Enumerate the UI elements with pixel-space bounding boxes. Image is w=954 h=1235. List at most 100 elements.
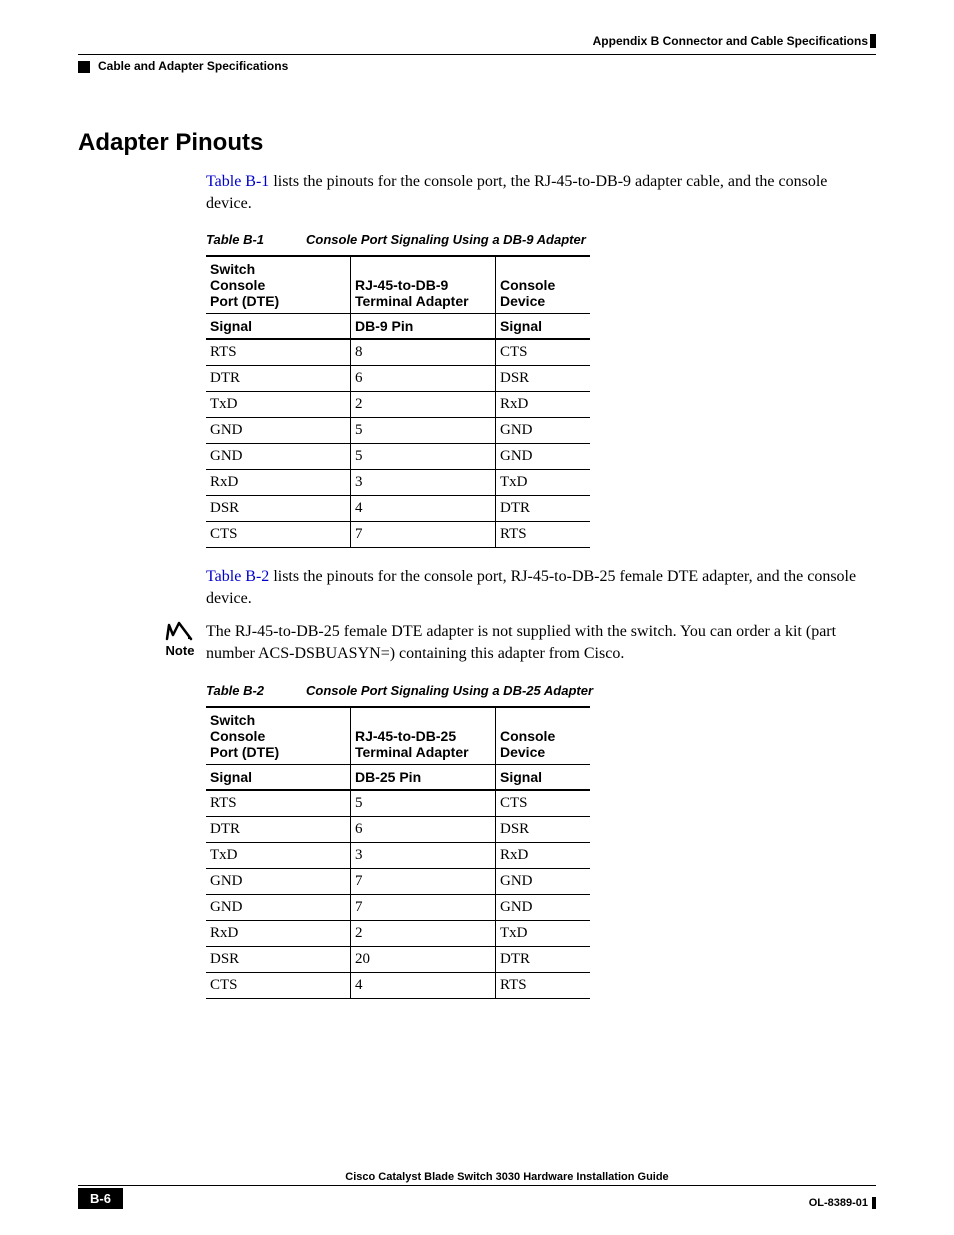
- table-row: TxD3RxD: [206, 842, 590, 868]
- table-row: GND5GND: [206, 418, 590, 444]
- cell-signal-left: RTS: [206, 790, 351, 817]
- header-section-row: Cable and Adapter Specifications: [78, 59, 876, 73]
- note-block: Note The RJ-45-to-DB-25 female DTE adapt…: [78, 621, 876, 664]
- header-marker-icon: [78, 61, 90, 73]
- table2-sub1: Signal: [206, 764, 351, 790]
- cell-signal-right: TxD: [496, 470, 591, 496]
- footer: Cisco Catalyst Blade Switch 3030 Hardwar…: [78, 1171, 876, 1209]
- cell-signal-right: RxD: [496, 392, 591, 418]
- table-row: RTS5CTS: [206, 790, 590, 817]
- cell-pin: 4: [351, 496, 496, 522]
- cell-signal-left: RTS: [206, 339, 351, 366]
- table1-caption-num: Table B-1: [206, 232, 306, 247]
- cell-signal-right: GND: [496, 868, 591, 894]
- cell-signal-right: RTS: [496, 522, 591, 548]
- table2-sub2: DB-25 Pin: [351, 764, 496, 790]
- cell-pin: 5: [351, 444, 496, 470]
- table-row: RxD3TxD: [206, 470, 590, 496]
- note-icon: Note: [154, 621, 206, 658]
- table-row: GND7GND: [206, 868, 590, 894]
- header-divider: [78, 54, 876, 55]
- page-title: Adapter Pinouts: [78, 129, 876, 157]
- table2-h1: Switch Console Port (DTE): [206, 707, 351, 765]
- cell-signal-right: DSR: [496, 816, 591, 842]
- table1-h3: Console Device: [496, 256, 591, 314]
- table-row: TxD2RxD: [206, 392, 590, 418]
- table-row: DSR4DTR: [206, 496, 590, 522]
- cell-pin: 6: [351, 816, 496, 842]
- table2-caption-num: Table B-2: [206, 683, 306, 698]
- table2-sub3: Signal: [496, 764, 591, 790]
- intro-paragraph-1: Table B-1 lists the pinouts for the cons…: [206, 171, 876, 214]
- table1-caption-title: Console Port Signaling Using a DB-9 Adap…: [306, 232, 586, 247]
- cell-signal-left: TxD: [206, 842, 351, 868]
- table-row: DTR6DSR: [206, 816, 590, 842]
- cell-signal-right: DTR: [496, 946, 591, 972]
- footer-book-title: Cisco Catalyst Blade Switch 3030 Hardwar…: [345, 1171, 668, 1183]
- cell-signal-left: DSR: [206, 946, 351, 972]
- intro2-rest: lists the pinouts for the console port, …: [206, 568, 856, 607]
- cell-pin: 7: [351, 522, 496, 548]
- table1-h2: RJ-45-to-DB-9 Terminal Adapter: [351, 256, 496, 314]
- cell-signal-right: DTR: [496, 496, 591, 522]
- table2-caption-title: Console Port Signaling Using a DB-25 Ada…: [306, 683, 593, 698]
- intro1-rest: lists the pinouts for the console port, …: [206, 173, 827, 212]
- cell-signal-right: CTS: [496, 790, 591, 817]
- cell-signal-right: GND: [496, 894, 591, 920]
- header-section: Cable and Adapter Specifications: [98, 59, 288, 73]
- cell-signal-left: GND: [206, 894, 351, 920]
- table1-h1: Switch Console Port (DTE): [206, 256, 351, 314]
- cell-signal-left: GND: [206, 418, 351, 444]
- cell-signal-right: DSR: [496, 366, 591, 392]
- table-row: DTR6DSR: [206, 366, 590, 392]
- cell-pin: 5: [351, 790, 496, 817]
- cell-signal-left: CTS: [206, 522, 351, 548]
- table-row: RxD2TxD: [206, 920, 590, 946]
- cell-signal-left: CTS: [206, 972, 351, 998]
- table-row: DSR20DTR: [206, 946, 590, 972]
- cell-signal-right: RxD: [496, 842, 591, 868]
- table1-sub3: Signal: [496, 314, 591, 340]
- cell-signal-left: RxD: [206, 920, 351, 946]
- table2-h3: Console Device: [496, 707, 591, 765]
- cell-pin: 3: [351, 470, 496, 496]
- table-row: CTS4RTS: [206, 972, 590, 998]
- cell-pin: 6: [351, 366, 496, 392]
- table2-h2: RJ-45-to-DB-25 Terminal Adapter: [351, 707, 496, 765]
- cell-pin: 3: [351, 842, 496, 868]
- cell-signal-left: GND: [206, 444, 351, 470]
- table1-caption: Table B-1Console Port Signaling Using a …: [206, 232, 876, 247]
- table-b1-link[interactable]: Table B-1: [206, 173, 269, 190]
- footer-doc-id: OL-8389-01: [809, 1197, 876, 1209]
- cell-pin: 5: [351, 418, 496, 444]
- cell-pin: 7: [351, 894, 496, 920]
- cell-pin: 4: [351, 972, 496, 998]
- cell-signal-left: RxD: [206, 470, 351, 496]
- cell-signal-right: CTS: [496, 339, 591, 366]
- cell-signal-right: GND: [496, 444, 591, 470]
- table2: Switch Console Port (DTE) RJ-45-to-DB-25…: [206, 706, 590, 999]
- cell-signal-right: RTS: [496, 972, 591, 998]
- note-label: Note: [166, 643, 195, 658]
- table-b2-link[interactable]: Table B-2: [206, 568, 269, 585]
- cell-signal-right: GND: [496, 418, 591, 444]
- cell-signal-left: DTR: [206, 816, 351, 842]
- table1-sub2: DB-9 Pin: [351, 314, 496, 340]
- table2-caption: Table B-2Console Port Signaling Using a …: [206, 683, 876, 698]
- intro-paragraph-2: Table B-2 lists the pinouts for the cons…: [206, 566, 876, 609]
- table-row: GND7GND: [206, 894, 590, 920]
- header-appendix: Appendix B Connector and Cable Specifica…: [78, 34, 876, 48]
- cell-signal-left: TxD: [206, 392, 351, 418]
- cell-pin: 20: [351, 946, 496, 972]
- table-row: CTS7RTS: [206, 522, 590, 548]
- table1-sub1: Signal: [206, 314, 351, 340]
- cell-signal-right: TxD: [496, 920, 591, 946]
- table-row: RTS8CTS: [206, 339, 590, 366]
- cell-signal-left: DSR: [206, 496, 351, 522]
- page-number-badge: B-6: [78, 1188, 123, 1209]
- cell-signal-left: DTR: [206, 366, 351, 392]
- cell-pin: 2: [351, 392, 496, 418]
- table-row: GND5GND: [206, 444, 590, 470]
- cell-signal-left: GND: [206, 868, 351, 894]
- note-text: The RJ-45-to-DB-25 female DTE adapter is…: [206, 621, 876, 664]
